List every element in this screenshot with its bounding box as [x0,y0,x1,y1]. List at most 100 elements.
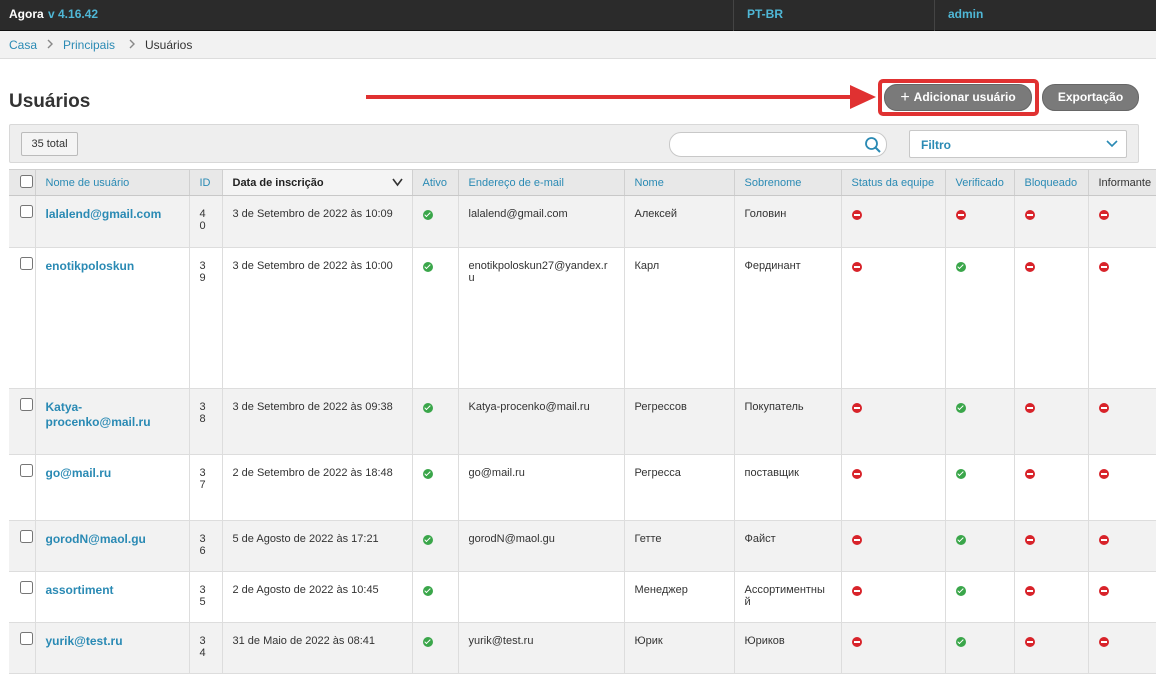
signup-date: 3 de Setembro de 2022 às 10:09 [222,195,413,248]
row-select-cell [9,571,36,623]
column-header-verified[interactable]: Verificado [945,169,1015,196]
first-name: Регрессов [624,388,735,455]
row-checkbox[interactable] [20,257,33,270]
username-link[interactable]: go@mail.ru [35,454,190,521]
search-icon[interactable] [864,136,882,154]
username-link[interactable]: Katya-procenko@mail.ru [35,388,190,455]
first-name: Юрик [624,622,735,674]
informant-status [1088,622,1156,674]
informant-status [1088,454,1156,521]
verified-status [945,247,1015,389]
column-header-active[interactable]: Ativo [412,169,459,196]
column-header-username[interactable]: Nome de usuário [35,169,190,196]
username-link[interactable]: enotikpoloskun [35,247,190,389]
breadcrumb-current: Usuários [145,38,193,52]
table-row[interactable]: assortiment 35 2 de Agosto de 2022 às 10:4… [9,571,1156,623]
table-row[interactable]: lalalend@gmail.com 40 3 de Setembro de 202… [9,195,1156,248]
top-bar-divider [934,0,935,31]
column-header-email[interactable]: Endereço de e-mail [458,169,625,196]
minus-circle-icon [1024,535,1035,545]
minus-circle-icon [1024,403,1035,413]
minus-circle-icon [1098,403,1109,413]
active-status [412,388,459,455]
table-row[interactable]: enotikpoloskun 39 3 de Setembro de 2022 às… [9,247,1156,389]
breadcrumb-home[interactable]: Casa [9,38,37,52]
chevron-down-icon [1106,140,1118,148]
informant-status [1088,571,1156,623]
username-link[interactable]: yurik@test.ru [35,622,190,674]
user-id: 36 [189,520,223,572]
minus-circle-icon [1098,469,1109,479]
user-menu[interactable]: admin [948,7,983,21]
blocked-status [1014,520,1089,572]
username-link[interactable]: assortiment [35,571,190,623]
top-bar: Agora v 4.16.42 PT-BR admin [0,0,1156,31]
column-header-date-label: Data de inscrição [232,176,324,189]
app-version: v 4.16.42 [48,7,99,21]
select-all-checkbox[interactable] [20,174,33,188]
app-brand[interactable]: Agora [9,7,44,21]
add-user-button[interactable]: + Adicionar usuário [884,84,1032,111]
column-header-last-name[interactable]: Sobrenome [734,169,842,196]
row-checkbox[interactable] [20,530,33,543]
row-checkbox[interactable] [20,464,33,477]
chevron-right-icon [46,38,54,52]
user-id: 37 [189,454,223,521]
last-name: Файст [734,520,842,572]
column-header-date[interactable]: Data de inscrição [222,169,413,196]
users-table: Nome de usuário ID Data de inscrição Ati… [9,169,1156,674]
informant-status [1088,520,1156,572]
search-box[interactable] [669,132,887,157]
last-name: Ассортиментный [734,571,842,623]
check-circle-icon [955,403,966,413]
check-circle-icon [422,403,433,413]
active-status [412,195,459,248]
username-link[interactable]: gorodN@maol.gu [35,520,190,572]
blocked-status [1014,195,1089,248]
check-circle-icon [955,262,966,272]
email-address: go@mail.ru [458,454,625,521]
active-status [412,622,459,674]
first-name: Гетте [624,520,735,572]
table-row[interactable]: gorodN@maol.gu 36 5 de Agosto de 2022 às 1… [9,520,1156,572]
breadcrumb-parent[interactable]: Principais [63,38,115,52]
informant-status [1088,195,1156,248]
chevron-right-icon [128,38,136,52]
first-name: Регресса [624,454,735,521]
minus-circle-icon [1024,469,1035,479]
select-all-cell [9,169,36,196]
column-header-staff-status[interactable]: Status da equipe [841,169,946,196]
blocked-status [1014,247,1089,389]
table-header-row: Nome de usuário ID Data de inscrição Ati… [9,169,1156,196]
signup-date: 3 de Setembro de 2022 às 10:00 [222,247,413,389]
column-header-first-name[interactable]: Nome [624,169,735,196]
row-checkbox[interactable] [20,398,33,411]
minus-circle-icon [1024,262,1035,272]
row-checkbox[interactable] [20,581,33,594]
signup-date: 2 de Agosto de 2022 às 10:45 [222,571,413,623]
check-circle-icon [422,469,433,479]
search-input[interactable] [680,137,860,153]
row-checkbox[interactable] [20,632,33,645]
minus-circle-icon [851,262,862,272]
check-circle-icon [422,210,433,220]
table-row[interactable]: Katya-procenko@mail.ru 38 3 de Setembro de… [9,388,1156,455]
filter-select[interactable]: Filtro [909,130,1127,158]
signup-date: 5 de Agosto de 2022 às 17:21 [222,520,413,572]
minus-circle-icon [1098,637,1109,647]
email-address: yurik@test.ru [458,622,625,674]
table-row[interactable]: go@mail.ru 37 2 de Setembro de 2022 às 18:… [9,454,1156,521]
column-header-blocked[interactable]: Bloqueado [1014,169,1089,196]
minus-circle-icon [851,637,862,647]
column-header-id[interactable]: ID [189,169,223,196]
row-checkbox[interactable] [20,205,33,218]
username-link[interactable]: lalalend@gmail.com [35,195,190,248]
user-id: 39 [189,247,223,389]
table-body: lalalend@gmail.com 40 3 de Setembro de 202… [9,195,1156,674]
export-button[interactable]: Exportação [1042,84,1139,111]
active-status [412,520,459,572]
language-selector[interactable]: PT-BR [747,7,783,21]
row-select-cell [9,247,36,389]
row-select-cell [9,195,36,248]
table-row[interactable]: yurik@test.ru 34 31 de Maio de 2022 às 08:… [9,622,1156,674]
